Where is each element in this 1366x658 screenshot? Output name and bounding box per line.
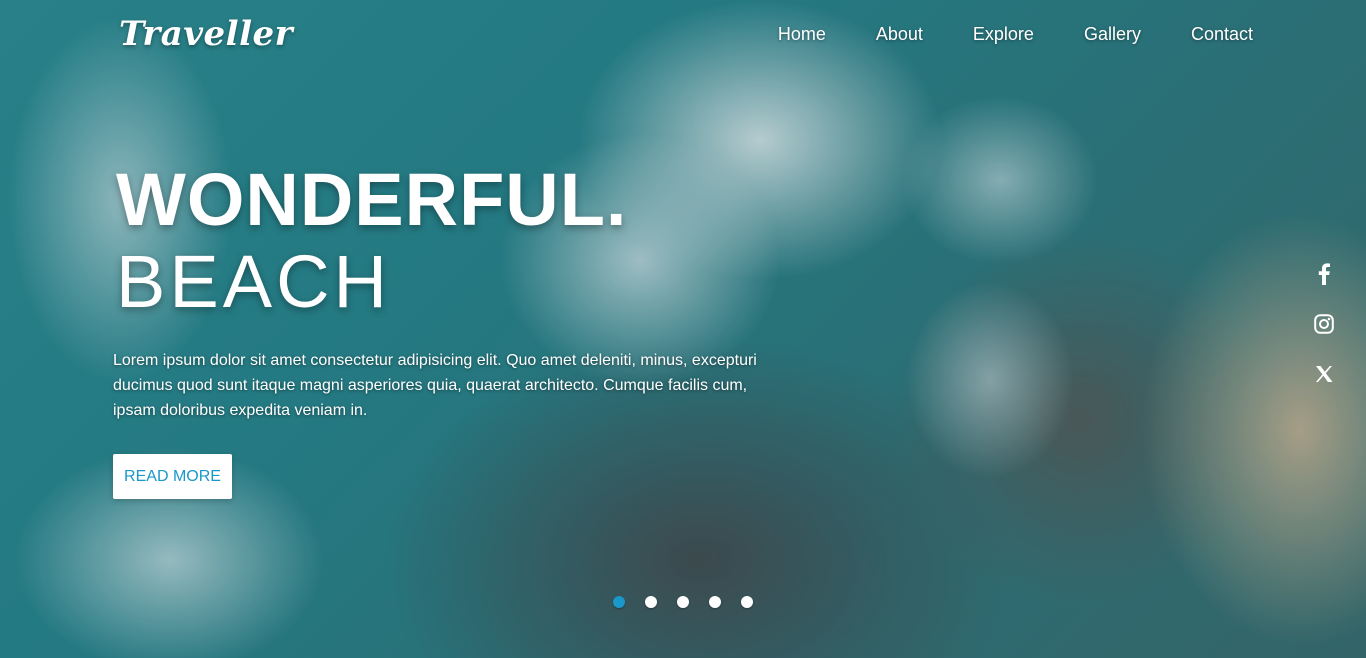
brand-logo[interactable]: Traveller	[119, 14, 293, 54]
slider-dot[interactable]	[741, 596, 753, 608]
read-more-button[interactable]: READ MORE	[113, 454, 232, 499]
slider-dots	[613, 596, 773, 608]
x-twitter-icon[interactable]	[1312, 362, 1336, 386]
facebook-icon[interactable]	[1312, 262, 1336, 286]
hero-headline: WONDERFUL.	[116, 158, 628, 241]
hero-description: Lorem ipsum dolor sit amet consectetur a…	[113, 352, 757, 419]
nav-item-explore[interactable]: Explore	[973, 24, 1034, 45]
nav-item-about[interactable]: About	[876, 24, 923, 45]
slider-dot[interactable]	[709, 596, 721, 608]
hero-section: Traveller Home About Explore Gallery Con…	[0, 0, 1366, 658]
nav-item-home[interactable]: Home	[778, 24, 826, 45]
slider-dot[interactable]	[677, 596, 689, 608]
hero-subheadline: BEACH	[116, 240, 391, 323]
slider-dot[interactable]	[645, 596, 657, 608]
social-links	[1312, 262, 1336, 412]
instagram-icon[interactable]	[1312, 312, 1336, 336]
nav-item-gallery[interactable]: Gallery	[1084, 24, 1141, 45]
slider-dot[interactable]	[613, 596, 625, 608]
main-nav: Home About Explore Gallery Contact	[778, 24, 1253, 45]
nav-item-contact[interactable]: Contact	[1191, 24, 1253, 45]
